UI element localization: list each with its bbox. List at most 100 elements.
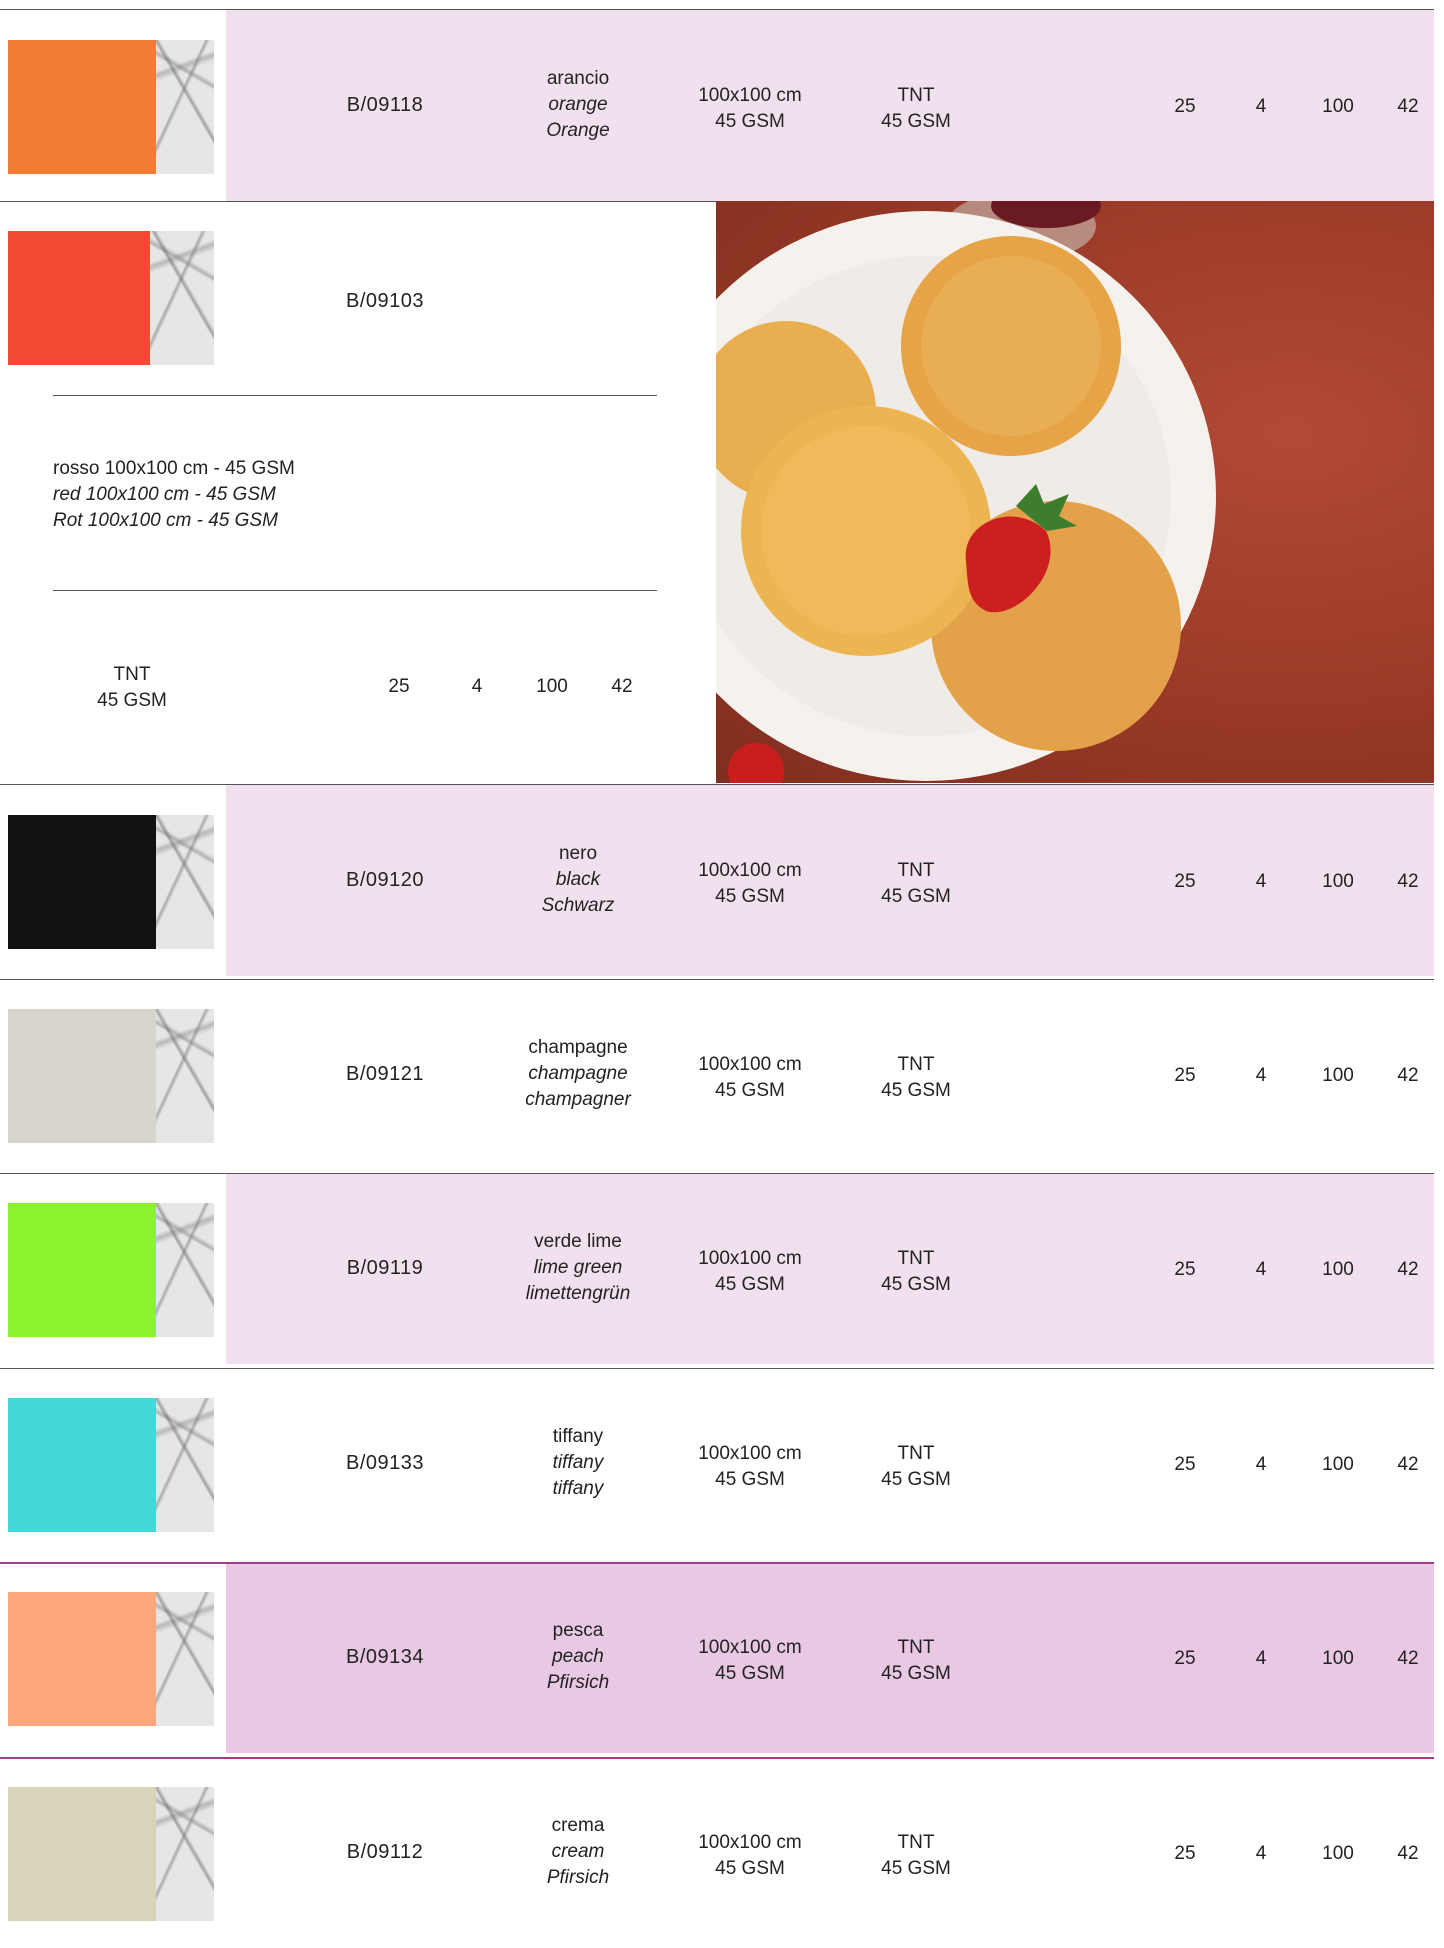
material-weight: 45 GSM — [881, 1469, 951, 1490]
product-row: B/09112 crema cream Pfirsich 100x100 cm … — [0, 1757, 1444, 1948]
swatch-color — [8, 815, 156, 949]
row-separator — [0, 979, 1434, 980]
qty-2: 4 — [1255, 96, 1267, 117]
qty-4: 42 — [1397, 96, 1419, 117]
material-weight: 45 GSM — [881, 886, 951, 907]
material-spec: TNT 45 GSM — [856, 1246, 976, 1298]
marble-background — [156, 1787, 214, 1921]
product-row: B/09134 pesca peach Pfirsich 100x100 cm … — [0, 1562, 1444, 1753]
desc-it: rosso 100x100 cm - 45 GSM — [53, 458, 295, 479]
qty-3: 100 — [1322, 871, 1354, 892]
color-name-it: champagne — [528, 1037, 628, 1058]
size-weight: 45 GSM — [715, 1080, 785, 1101]
qty-4: 42 — [1397, 1648, 1419, 1669]
qty-1: 25 — [1174, 1648, 1196, 1669]
size-weight: 45 GSM — [715, 111, 785, 132]
product-swatch — [8, 231, 214, 365]
qty-1: 25 — [1174, 1843, 1196, 1864]
product-description: rosso 100x100 cm - 45 GSM red 100x100 cm… — [53, 456, 295, 534]
size-spec: 100x100 cm 45 GSM — [680, 1052, 820, 1104]
material-name: TNT — [897, 1054, 935, 1075]
size-dimensions: 100x100 cm — [698, 1443, 802, 1464]
qty-3: 100 — [1322, 1648, 1354, 1669]
qty-3: 100 — [536, 676, 568, 697]
color-name-de: limettengrün — [525, 1283, 631, 1304]
material-name: TNT — [897, 860, 935, 881]
color-name-de: Schwarz — [541, 895, 615, 916]
size-weight: 45 GSM — [715, 1469, 785, 1490]
material-spec: TNT 45 GSM — [856, 83, 976, 135]
product-code: B/09118 — [346, 94, 424, 116]
product-swatch — [8, 815, 214, 949]
pastry-plate-illustration — [716, 201, 1216, 783]
product-code: B/09103 — [345, 290, 424, 312]
material-spec: TNT 45 GSM — [856, 1830, 976, 1882]
size-spec: 100x100 cm 45 GSM — [680, 1441, 820, 1493]
food-photo — [716, 201, 1434, 783]
qty-1: 25 — [1174, 1065, 1196, 1086]
marble-background — [156, 815, 214, 949]
color-name-it: tiffany — [552, 1426, 604, 1447]
qty-1: 25 — [388, 676, 410, 697]
product-code: B/09133 — [345, 1452, 424, 1474]
size-dimensions: 100x100 cm — [698, 85, 802, 106]
qty-2: 4 — [1255, 1454, 1267, 1475]
qty-4: 42 — [1397, 1454, 1419, 1475]
size-dimensions: 100x100 cm — [698, 1637, 802, 1658]
row-separator — [0, 1562, 1434, 1564]
size-spec: 100x100 cm 45 GSM — [680, 1246, 820, 1298]
marble-background — [156, 1203, 214, 1337]
material-name: TNT — [113, 664, 151, 685]
row-separator — [0, 1757, 1434, 1759]
swatch-color — [8, 40, 156, 174]
divider — [53, 395, 657, 396]
qty-1: 25 — [1174, 96, 1196, 117]
qty-3: 100 — [1322, 1843, 1354, 1864]
qty-3: 100 — [1322, 1454, 1354, 1475]
row-separator — [0, 1173, 1434, 1174]
swatch-color — [8, 1203, 156, 1337]
swatch-color — [8, 1009, 156, 1143]
material-name: TNT — [897, 1443, 935, 1464]
color-names: nero black Schwarz — [498, 841, 658, 919]
row-separator — [0, 9, 1434, 10]
size-weight: 45 GSM — [715, 1858, 785, 1879]
size-dimensions: 100x100 cm — [698, 1832, 802, 1853]
qty-2: 4 — [1255, 1648, 1267, 1669]
marble-background — [156, 1592, 214, 1726]
size-weight: 45 GSM — [715, 1274, 785, 1295]
material-spec: TNT 45 GSM — [856, 1635, 976, 1687]
qty-2: 4 — [1255, 1259, 1267, 1280]
material-spec: TNT 45 GSM — [72, 662, 192, 714]
product-row: B/09121 champagne champagne champagner 1… — [0, 979, 1444, 1170]
color-name-de: Pfirsich — [546, 1672, 610, 1693]
size-dimensions: 100x100 cm — [698, 1248, 802, 1269]
color-name-it: crema — [551, 1815, 605, 1836]
size-spec: 100x100 cm 45 GSM — [680, 83, 820, 135]
color-names: pesca peach Pfirsich — [498, 1618, 658, 1696]
marble-background — [156, 1398, 214, 1532]
product-row: B/09133 tiffany tiffany tiffany 100x100 … — [0, 1368, 1444, 1559]
qty-2: 4 — [471, 676, 483, 697]
product-row: B/09119 verde lime lime green limettengr… — [0, 1173, 1444, 1364]
marble-background — [150, 231, 214, 365]
swatch-color — [8, 231, 150, 365]
color-name-en: cream — [551, 1841, 605, 1862]
size-spec: 100x100 cm 45 GSM — [680, 858, 820, 910]
color-name-it: verde lime — [534, 1231, 622, 1252]
material-weight: 45 GSM — [881, 1663, 951, 1684]
swatch-color — [8, 1592, 156, 1726]
qty-2: 4 — [1255, 1843, 1267, 1864]
row-separator — [0, 1368, 1434, 1369]
color-name-de: champagner — [525, 1089, 631, 1110]
color-name-en: orange — [548, 94, 608, 115]
color-name-it: pesca — [552, 1620, 604, 1641]
qty-1: 25 — [1174, 1259, 1196, 1280]
color-name-de: tiffany — [552, 1478, 604, 1499]
desc-en: red 100x100 cm - 45 GSM — [53, 484, 276, 505]
material-name: TNT — [897, 1832, 935, 1853]
marble-background — [156, 40, 214, 174]
product-row: B/09118 arancio orange Orange 100x100 cm… — [0, 10, 1444, 201]
color-names: crema cream Pfirsich — [498, 1813, 658, 1891]
qty-2: 4 — [1255, 871, 1267, 892]
